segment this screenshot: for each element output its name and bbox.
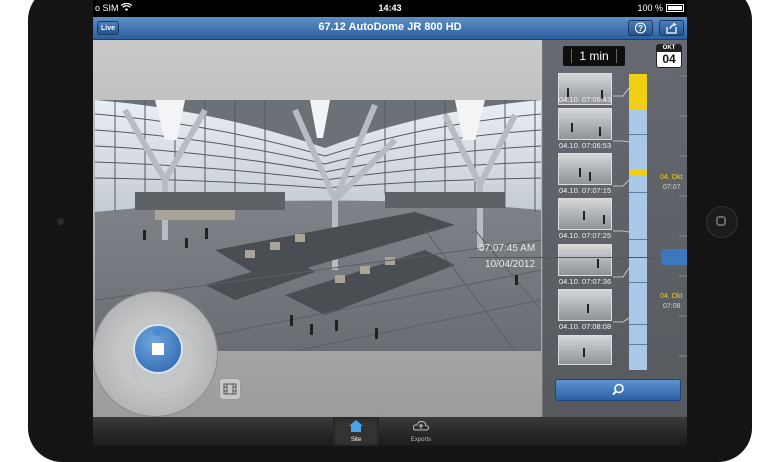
calendar-day: 04 [662,52,676,66]
thumbnail-label-6: 04.10. 07:08:08 [559,322,612,331]
home-icon [349,420,363,432]
video-panel: 07:07:45 AM 10/04/2012 [93,40,542,417]
timeline-event-highlight-2 [629,170,647,176]
thumbnail-label-4: 04.10. 07:07:25 [559,231,612,240]
thumbnail-6[interactable] [558,289,612,321]
status-bar: o SIM 14:43 100 % [93,0,687,17]
playhead-handle[interactable] [661,249,687,265]
help-icon: ? [634,22,647,34]
stop-icon [152,343,164,355]
clock: 14:43 [378,3,402,13]
scale-label-day-1: 04. Okt [660,174,683,181]
home-button[interactable] [706,206,738,238]
thumbnail-label-1: 04.10. 07:06:43 [559,95,612,104]
timestamp-time: 07:07:45 AM [479,243,536,254]
cloud-icon [412,420,430,431]
tab-site-label: Site [350,437,362,443]
nav-bar: Live 67.12 AutoDome JR 800 HD ? [93,17,687,40]
thumbnail-label-5: 04.10. 07:07:36 [559,277,612,286]
tab-exports[interactable]: Exports [398,417,444,446]
interval-label: 1 min [579,49,609,63]
scale-label-time-2: 07:08 [663,303,681,310]
scale-label-time-1: 07:07 [663,184,681,191]
thumbnail-2[interactable] [558,108,612,140]
thumbnail-label-3: 04.10. 07:07:15 [559,186,612,195]
filmstrip-icon [223,383,237,395]
svg-text:?: ? [638,24,643,33]
tab-site[interactable]: Site [333,417,379,446]
thumbnail-label-2: 04.10. 07:06:53 [559,141,612,150]
tab-exports-label: Exports [410,437,432,443]
thumbnail-5[interactable] [558,244,612,276]
filmstrip-button[interactable] [219,378,241,400]
tick-left [571,49,572,63]
share-icon [666,22,677,34]
battery-percent: 100 % [637,3,663,13]
thumbnail-3[interactable] [558,153,612,185]
scale-label-day-2: 04. Okt [660,293,683,300]
search-icon [612,383,624,396]
app-screen: o SIM 14:43 100 % Live 67.12 AutoDome JR… [93,0,687,446]
help-button[interactable]: ? [628,20,653,36]
home-button-square [716,216,726,226]
thumbnail-4[interactable] [558,198,612,230]
interval-selector[interactable]: 1 min [563,46,625,66]
tab-bar: Site Exports [93,417,687,446]
battery-icon [666,4,684,12]
ptz-indicator [153,328,161,336]
timestamp-date: 10/04/2012 [485,259,536,270]
tick-right [616,49,617,63]
playhead-line [469,257,661,258]
playback-sidebar: 1 min OKT 04 04.10. 07:06:43 04.10. 07:0… [543,40,687,417]
calendar-month: OKT [657,45,681,52]
page-title: 67.12 AutoDome JR 800 HD [318,21,462,33]
timeline-event-highlight-1 [629,74,647,110]
share-button[interactable] [659,20,684,36]
timeline-bar[interactable] [629,74,647,370]
calendar-button[interactable]: OKT 04 [657,45,681,67]
camera-lens [57,218,64,225]
search-button[interactable] [555,379,681,401]
thumbnail-7[interactable] [558,335,612,365]
